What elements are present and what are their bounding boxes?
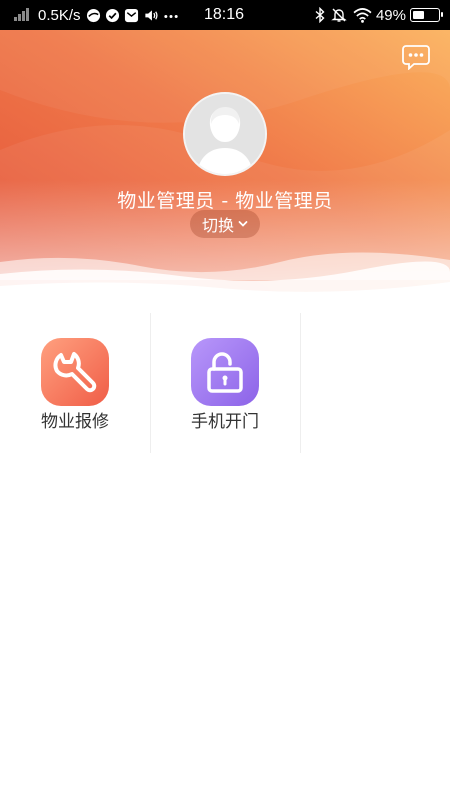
bluetooth-icon bbox=[315, 7, 325, 23]
wrench-icon bbox=[53, 352, 97, 393]
status-bar: 0.5K/s 18:16 49% bbox=[0, 0, 450, 30]
message-button[interactable] bbox=[402, 44, 430, 71]
avatar[interactable] bbox=[183, 92, 267, 176]
switch-label: 切换 bbox=[201, 216, 234, 235]
grid-divider bbox=[300, 313, 301, 453]
app-notification-icon bbox=[86, 8, 101, 23]
signal-icon bbox=[14, 0, 30, 30]
check-notification-icon bbox=[105, 8, 120, 23]
message-icon bbox=[402, 45, 430, 71]
profile-header: 物业管理员 - 物业管理员 切换 bbox=[0, 30, 450, 300]
repair-service-item[interactable]: 物业报修 bbox=[0, 313, 150, 453]
unlock-icon bbox=[207, 352, 243, 393]
function-grid: 物业报修 手机开门 bbox=[0, 313, 450, 453]
repair-tile bbox=[41, 338, 109, 406]
wifi-icon bbox=[353, 7, 372, 23]
battery-icon bbox=[410, 8, 443, 22]
volume-icon bbox=[143, 8, 159, 23]
chevron-down-icon bbox=[238, 220, 248, 228]
notification-icons bbox=[86, 0, 183, 30]
mobile-door-open-label: 手机开门 bbox=[191, 412, 259, 432]
network-speed: 0.5K/s bbox=[38, 6, 81, 24]
more-notifications-icon bbox=[163, 8, 179, 23]
battery-fill bbox=[413, 11, 424, 19]
user-name: 物业管理员 - 物业管理员 bbox=[117, 190, 333, 212]
avatar-placeholder-icon bbox=[185, 94, 265, 174]
screen: 0.5K/s 18:16 49% 物业管理员 - 物业管理员 切换 物业报修 手… bbox=[0, 0, 450, 800]
door-open-tile bbox=[191, 338, 259, 406]
mail-notification-icon bbox=[124, 8, 139, 23]
clock: 18:16 bbox=[204, 6, 245, 23]
mobile-door-open-item[interactable]: 手机开门 bbox=[150, 313, 300, 453]
switch-role-button[interactable]: 切换 bbox=[190, 210, 260, 238]
system-icons: 49% bbox=[309, 0, 443, 30]
alarm-off-icon bbox=[331, 7, 347, 23]
battery-percent: 49% bbox=[375, 6, 406, 24]
repair-service-label: 物业报修 bbox=[41, 412, 109, 432]
